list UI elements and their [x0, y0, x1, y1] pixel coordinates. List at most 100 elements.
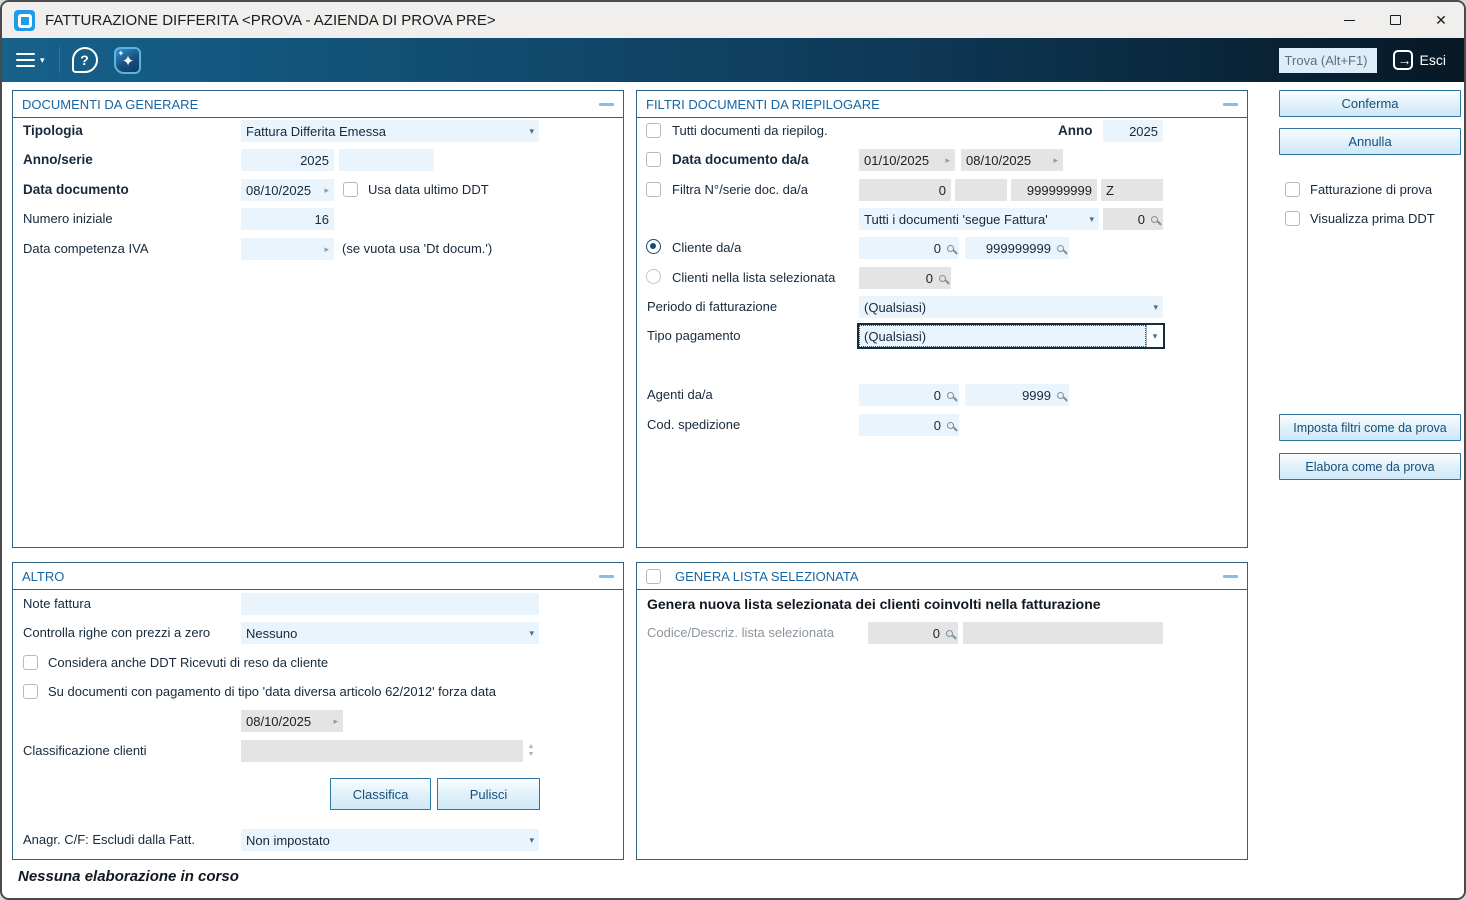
chevron-down-icon: ▾	[529, 125, 534, 136]
clienti-lista-input[interactable]: 0	[859, 267, 951, 289]
considera-ddt-checkbox[interactable]	[23, 655, 38, 670]
note-fattura-input[interactable]	[241, 593, 539, 615]
panel-filtri-documenti: FILTRI DOCUMENTI DA RIEPILOGARE Tutti do…	[636, 90, 1248, 548]
panel-documenti-da-generare: DOCUMENTI DA GENERARE Tipologia Fattura …	[12, 90, 624, 548]
collapse-icon[interactable]	[599, 102, 614, 106]
forza-data-input[interactable]: 08/10/2025 ▸	[241, 710, 343, 732]
fatturazione-prova-checkbox[interactable]	[1285, 182, 1300, 197]
menu-button[interactable]: ▾	[14, 49, 47, 72]
search-icon	[1057, 391, 1064, 399]
periodo-fatturazione-dropdown[interactable]: (Qualsiasi) ▾	[859, 296, 1163, 318]
tutti-documenti-label: Tutti documenti da riepilog.	[672, 123, 828, 138]
visualizza-ddt-checkbox[interactable]	[1285, 211, 1300, 226]
data-competenza-hint: (se vuota usa 'Dt docum.')	[342, 241, 493, 256]
data-documento-label: Data documento	[23, 182, 129, 197]
serie-da-input[interactable]	[955, 179, 1007, 201]
serie-input[interactable]	[339, 149, 434, 171]
data-documento-daa-checkbox[interactable]	[646, 152, 661, 167]
codice-lista-input[interactable]: 0	[868, 622, 958, 644]
classificazione-clienti-input[interactable]	[241, 740, 523, 762]
maximize-icon	[1389, 15, 1401, 25]
panel-lista-header: GENERA LISTA SELEZIONATA	[637, 563, 1247, 590]
collapse-icon[interactable]	[1223, 574, 1238, 578]
controlla-righe-dropdown[interactable]: Nessuno ▾	[241, 622, 539, 644]
elabora-button[interactable]: Elabora come da prova	[1279, 453, 1461, 480]
annulla-button[interactable]: Annulla	[1279, 128, 1461, 155]
cod-spedizione-input[interactable]: 0	[859, 414, 959, 436]
classificazione-spinner[interactable]: ▲ ▼	[523, 740, 539, 762]
cliente-a-input[interactable]: 999999999	[965, 237, 1069, 259]
periodo-fatturazione-label: Periodo di fatturazione	[647, 299, 778, 314]
help-button[interactable]: ?	[71, 47, 98, 73]
filtra-numserie-checkbox[interactable]	[646, 182, 661, 197]
imposta-filtri-button[interactable]: Imposta filtri come da prova	[1279, 414, 1461, 441]
data-documento-daa-label: Data documento da/a	[672, 152, 809, 167]
numero-a-input[interactable]: 999999999	[1011, 179, 1097, 201]
agenti-da-input[interactable]: 0	[859, 384, 959, 406]
chevron-down-icon[interactable]: ▾	[1146, 325, 1163, 347]
codice-lista-label: Codice/Descriz. lista selezionata	[647, 625, 835, 640]
pulisci-button[interactable]: Pulisci	[437, 778, 540, 810]
app-window: FATTURAZIONE DIFFERITA <PROVA - AZIENDA …	[0, 0, 1466, 900]
chevron-down-icon: ▾	[1153, 301, 1158, 312]
search-icon	[947, 421, 954, 429]
panel-genera-lista: GENERA LISTA SELEZIONATA Genera nuova li…	[636, 562, 1248, 860]
data-da-input[interactable]: 01/10/2025 ▸	[859, 149, 955, 171]
cod-spedizione-label: Cod. spedizione	[647, 417, 741, 432]
segue-fattura-dropdown[interactable]: Tutti i documenti 'segue Fattura' ▾	[859, 208, 1099, 230]
maximize-button[interactable]	[1372, 2, 1418, 38]
descrizione-lista-input[interactable]	[963, 622, 1163, 644]
collapse-icon[interactable]	[1223, 102, 1238, 106]
panel-filtri-header: FILTRI DOCUMENTI DA RIEPILOGARE	[637, 91, 1247, 118]
data-competenza-iva-input[interactable]: ▸	[241, 238, 334, 260]
numero-da-input[interactable]: 0	[859, 179, 951, 201]
cliente-da-input[interactable]: 0	[859, 237, 959, 259]
sparkle-small-icon: ✦	[117, 48, 125, 58]
anno-input[interactable]: 2025	[241, 149, 334, 171]
filtra-numserie-label: Filtra N°/serie doc. da/a	[672, 182, 808, 197]
conferma-button[interactable]: Conferma	[1279, 90, 1461, 117]
numero-iniziale-input[interactable]: 16	[241, 208, 334, 230]
title-bar: FATTURAZIONE DIFFERITA <PROVA - AZIENDA …	[2, 2, 1464, 38]
tipo-pagamento-label: Tipo pagamento	[647, 328, 741, 343]
anno-filtro-label: Anno	[1058, 123, 1093, 138]
genera-lista-checkbox[interactable]	[646, 568, 661, 584]
data-documento-input[interactable]: 08/10/2025 ▸	[241, 179, 334, 201]
calendar-arrow-icon: ▸	[945, 154, 950, 165]
usa-data-ultimo-ddt-label: Usa data ultimo DDT	[368, 182, 489, 197]
collapse-icon[interactable]	[599, 574, 614, 578]
search-icon	[1151, 215, 1158, 223]
minimize-button[interactable]	[1326, 2, 1372, 38]
close-button[interactable]: ✕	[1418, 2, 1464, 38]
clienti-lista-radio[interactable]	[646, 269, 661, 284]
tutti-documenti-checkbox[interactable]	[646, 123, 661, 138]
chevron-down-icon: ▾	[1089, 213, 1094, 224]
content-area: DOCUMENTI DA GENERARE Tipologia Fattura …	[2, 82, 1464, 898]
anno-serie-label: Anno/serie	[23, 152, 93, 167]
exit-button[interactable]: → Esci	[1392, 50, 1446, 70]
agenti-daa-label: Agenti da/a	[647, 387, 713, 402]
minimize-icon	[1343, 19, 1355, 21]
classifica-button[interactable]: Classifica	[330, 778, 431, 810]
tipo-pagamento-dropdown[interactable]: (Qualsiasi) ▾	[857, 323, 1165, 349]
exit-icon: →	[1392, 50, 1413, 70]
data-a-input[interactable]: 08/10/2025 ▸	[961, 149, 1063, 171]
serie-a-input[interactable]: Z	[1101, 179, 1163, 201]
search-input[interactable]: Trova (Alt+F1)	[1278, 47, 1377, 73]
segue-numero-input[interactable]: 0	[1103, 208, 1163, 230]
panel-documenti-header: DOCUMENTI DA GENERARE	[13, 91, 623, 118]
exit-label: Esci	[1419, 52, 1446, 68]
assistant-button[interactable]: ✦ ✦	[113, 46, 141, 74]
anno-filtro-input[interactable]: 2025	[1103, 120, 1163, 142]
calendar-arrow-icon: ▸	[333, 715, 338, 726]
close-icon: ✕	[1435, 12, 1447, 28]
agenti-a-input[interactable]: 9999	[965, 384, 1069, 406]
controlla-righe-label: Controlla righe con prezzi a zero	[23, 625, 211, 640]
calendar-arrow-icon: ▸	[324, 243, 329, 254]
tipologia-dropdown[interactable]: Fattura Differita Emessa ▾	[241, 120, 539, 142]
usa-data-ultimo-ddt-checkbox[interactable]	[343, 182, 358, 197]
data-competenza-iva-label: Data competenza IVA	[23, 241, 149, 256]
cliente-daa-radio[interactable]	[646, 239, 661, 254]
forza-data-checkbox[interactable]	[23, 684, 38, 699]
anagr-escludi-dropdown[interactable]: Non impostato ▾	[241, 829, 539, 851]
